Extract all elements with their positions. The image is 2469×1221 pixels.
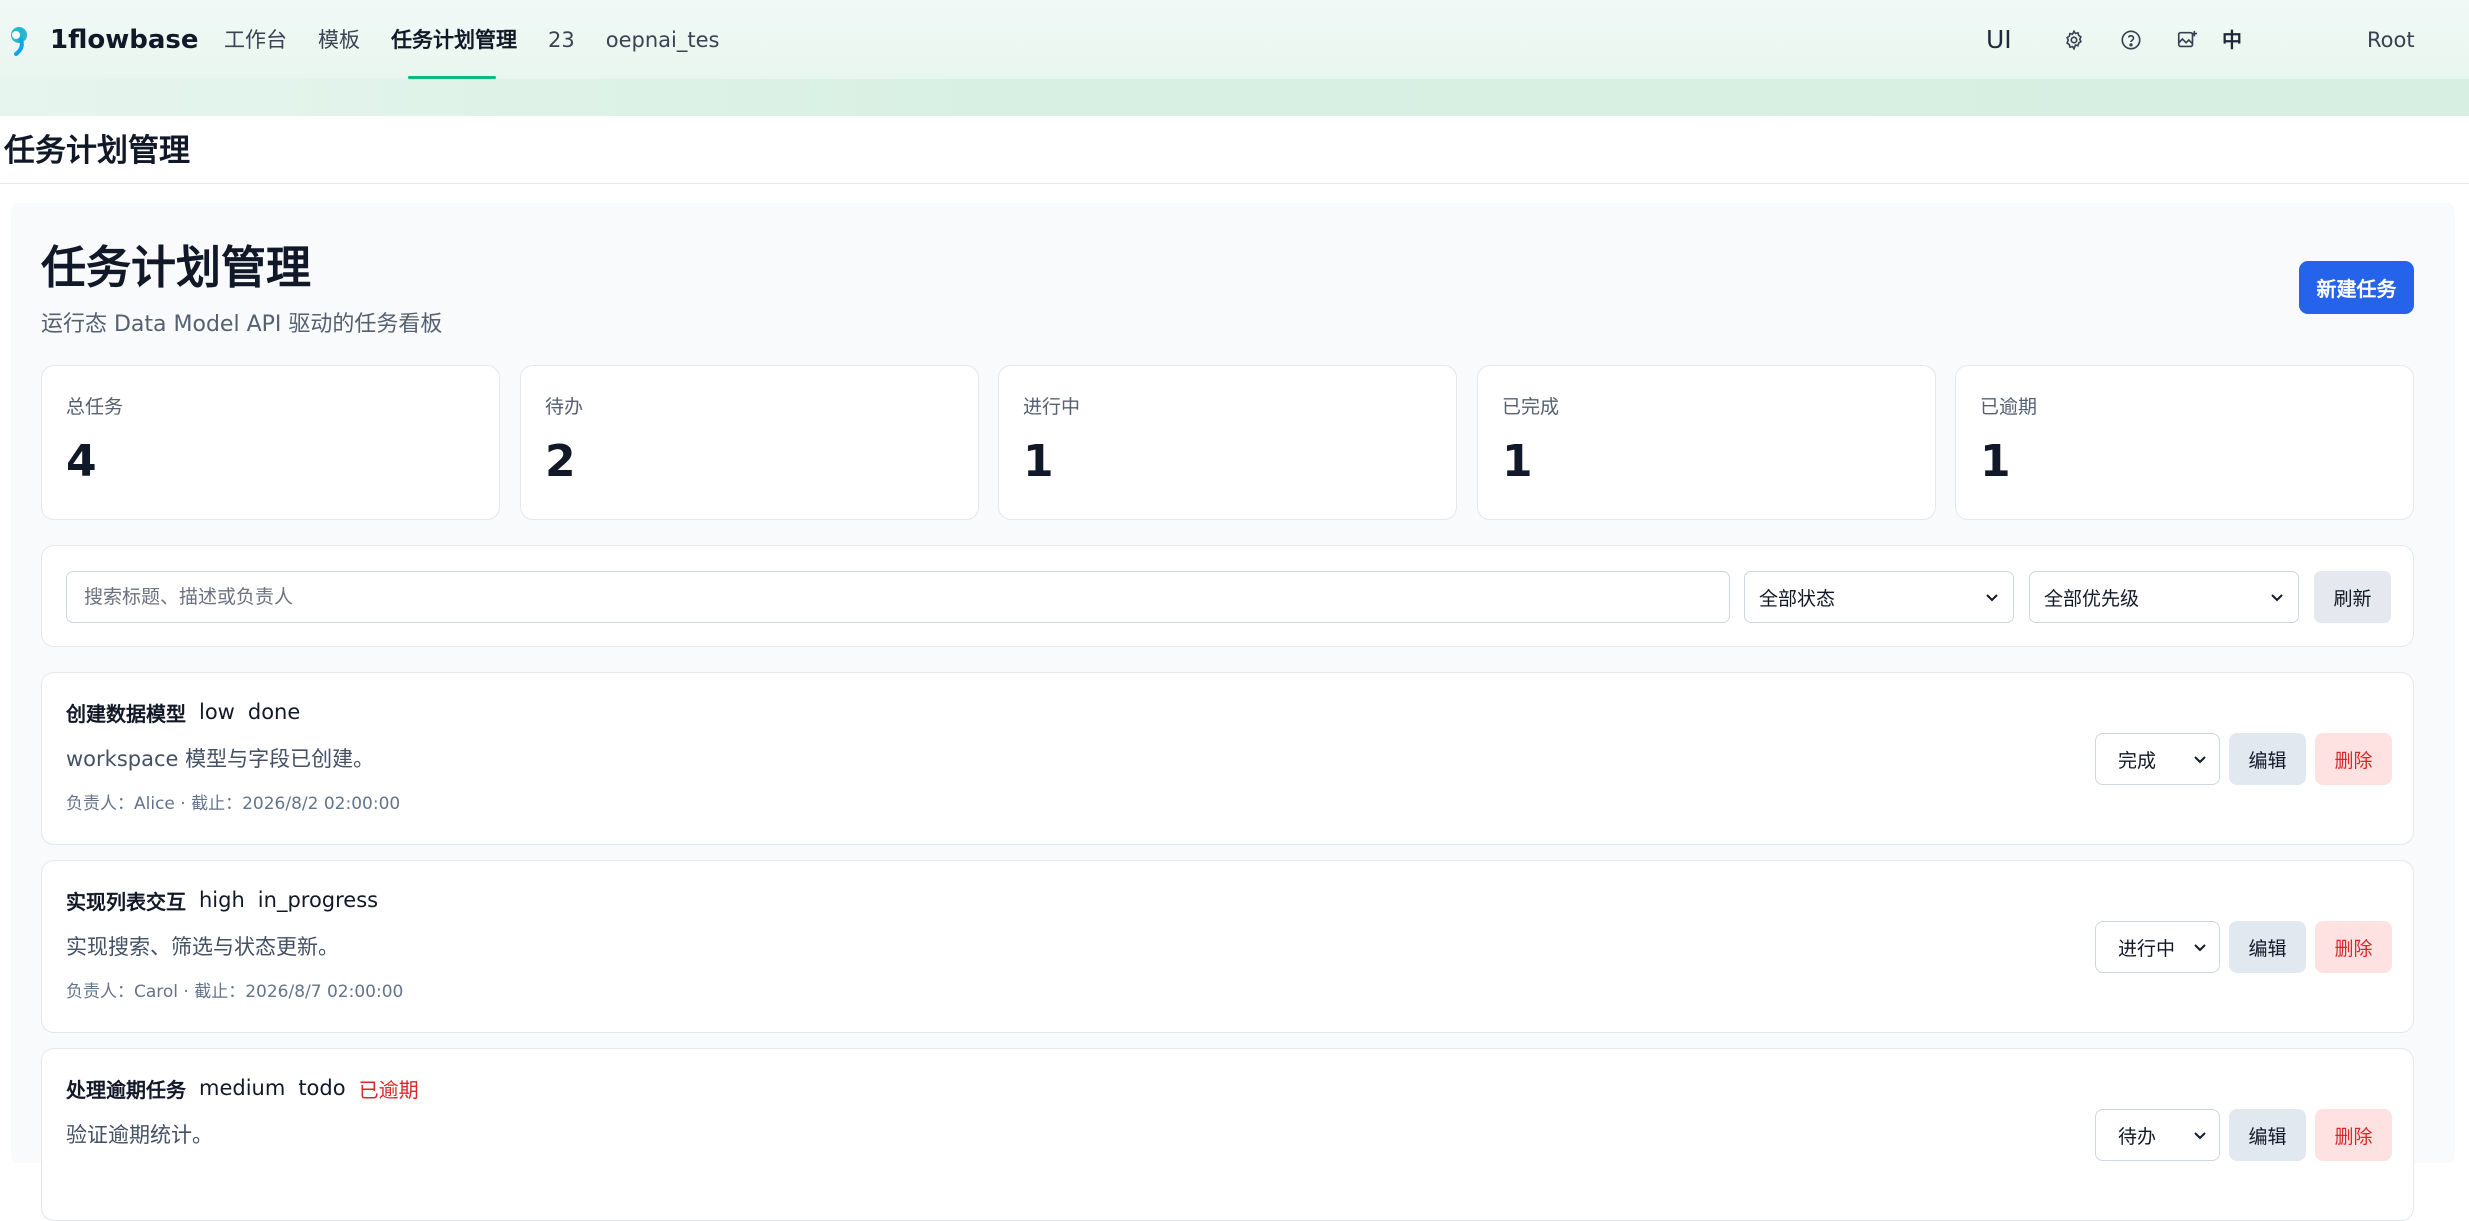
new-task-button[interactable]: 新建任务 [2299, 261, 2414, 314]
task-description: 验证逾期统计。 [66, 1123, 213, 1147]
task-status-tag: in_progress [257, 888, 379, 912]
task-description: workspace 模型与字段已创建。 [66, 747, 375, 771]
task-header: 处理逾期任务 medium todo 已逾期 [66, 1073, 419, 1103]
nav-item-task-plan[interactable]: 任务计划管理 [391, 22, 517, 58]
stat-value: 1 [1502, 436, 1533, 487]
nav-item-oepnai-tes[interactable]: oepnai_tes [606, 22, 720, 58]
stat-card-total: 总任务 4 [41, 365, 500, 520]
stat-card-todo: 待办 2 [520, 365, 979, 520]
search-input[interactable] [66, 571, 1730, 623]
brand-name[interactable]: 1flowbase [50, 22, 199, 58]
stat-label: 已完成 [1502, 396, 1560, 418]
help-icon[interactable] [2117, 26, 2145, 54]
delete-task-button[interactable]: 删除 [2315, 921, 2392, 973]
task-header: 实现列表交互 high in_progress [66, 885, 378, 915]
chevron-down-icon [1986, 594, 1998, 602]
refresh-button[interactable]: 刷新 [2314, 571, 2391, 623]
stat-label: 待办 [545, 396, 584, 418]
stat-value: 1 [1980, 436, 2011, 487]
task-status-tag: todo [298, 1076, 346, 1100]
task-status-value: 进行中 [2118, 937, 2176, 960]
nav-item-templates[interactable]: 模板 [318, 22, 360, 58]
task-status-select[interactable]: 完成 [2095, 733, 2220, 785]
stat-label: 已逾期 [1980, 396, 2038, 418]
edit-task-button[interactable]: 编辑 [2229, 733, 2306, 785]
task-description: 实现搜索、筛选与状态更新。 [66, 935, 339, 959]
nav-item-workbench[interactable]: 工作台 [224, 22, 287, 58]
task-header: 创建数据模型 low done [66, 697, 300, 727]
delete-task-button[interactable]: 删除 [2315, 1109, 2392, 1161]
topbar-accent-band [0, 79, 2469, 116]
task-title: 实现列表交互 [66, 889, 186, 914]
top-navigation-bar: 1flowbase 工作台 模板 任务计划管理 23 oepnai_tes UI… [0, 0, 2469, 116]
stat-card-in-progress: 进行中 1 [998, 365, 1457, 520]
task-card: 创建数据模型 low done workspace 模型与字段已创建。 负责人：… [41, 672, 2414, 845]
task-card: 实现列表交互 high in_progress 实现搜索、筛选与状态更新。 负责… [41, 860, 2414, 1033]
filter-bar: 全部状态 全部优先级 刷新 [41, 545, 2414, 647]
stat-value: 4 [66, 436, 97, 487]
task-status-value: 待办 [2118, 1125, 2157, 1148]
ui-label[interactable]: UI [1986, 22, 2012, 58]
page-title: 任务计划管理 [4, 133, 190, 169]
task-status-value: 完成 [2118, 749, 2157, 772]
gear-icon[interactable] [2060, 26, 2088, 54]
task-title: 创建数据模型 [66, 701, 186, 726]
task-status-tag: done [247, 700, 301, 724]
stat-label: 进行中 [1023, 396, 1081, 418]
status-filter-select[interactable]: 全部状态 [1744, 571, 2014, 623]
flowbase-logo-icon[interactable] [2, 22, 38, 58]
task-priority: high [199, 888, 245, 912]
nav-item-23[interactable]: 23 [548, 22, 575, 58]
priority-filter-value: 全部优先级 [2044, 587, 2140, 610]
task-status-select[interactable]: 进行中 [2095, 921, 2220, 973]
task-priority: medium [199, 1076, 286, 1100]
main-nav: 工作台 模板 任务计划管理 23 oepnai_tes [224, 22, 750, 58]
chevron-down-icon [2194, 944, 2206, 952]
page-divider [0, 183, 2469, 184]
active-nav-indicator [408, 76, 496, 79]
stat-value: 1 [1023, 436, 1054, 487]
overdue-badge: 已逾期 [358, 1077, 419, 1102]
delete-task-button[interactable]: 删除 [2315, 733, 2392, 785]
stat-value: 2 [545, 436, 576, 487]
edit-task-button[interactable]: 编辑 [2229, 1109, 2306, 1161]
task-card: 处理逾期任务 medium todo 已逾期 验证逾期统计。 待办 编辑 删除 [41, 1048, 2414, 1221]
hero-subtitle: 运行态 Data Model API 驱动的任务看板 [41, 312, 443, 337]
edit-task-button[interactable]: 编辑 [2229, 921, 2306, 973]
stat-card-done: 已完成 1 [1477, 365, 1936, 520]
image-upload-icon[interactable] [2173, 26, 2201, 54]
chevron-down-icon [2271, 594, 2283, 602]
task-status-select[interactable]: 待办 [2095, 1109, 2220, 1161]
task-priority: low [199, 700, 235, 724]
language-switcher[interactable]: 中 [2222, 22, 2242, 58]
user-menu[interactable]: Root [2367, 22, 2415, 58]
task-meta: 负责人：Carol · 截止：2026/8/7 02:00:00 [66, 982, 404, 1002]
stat-label: 总任务 [66, 396, 124, 418]
task-meta: 负责人：Alice · 截止：2026/8/2 02:00:00 [66, 794, 401, 814]
status-filter-value: 全部状态 [1759, 587, 1836, 610]
task-title: 处理逾期任务 [66, 1077, 186, 1102]
hero-title: 任务计划管理 [41, 241, 312, 294]
stat-card-overdue: 已逾期 1 [1955, 365, 2414, 520]
priority-filter-select[interactable]: 全部优先级 [2029, 571, 2299, 623]
chevron-down-icon [2194, 1132, 2206, 1140]
chevron-down-icon [2194, 756, 2206, 764]
